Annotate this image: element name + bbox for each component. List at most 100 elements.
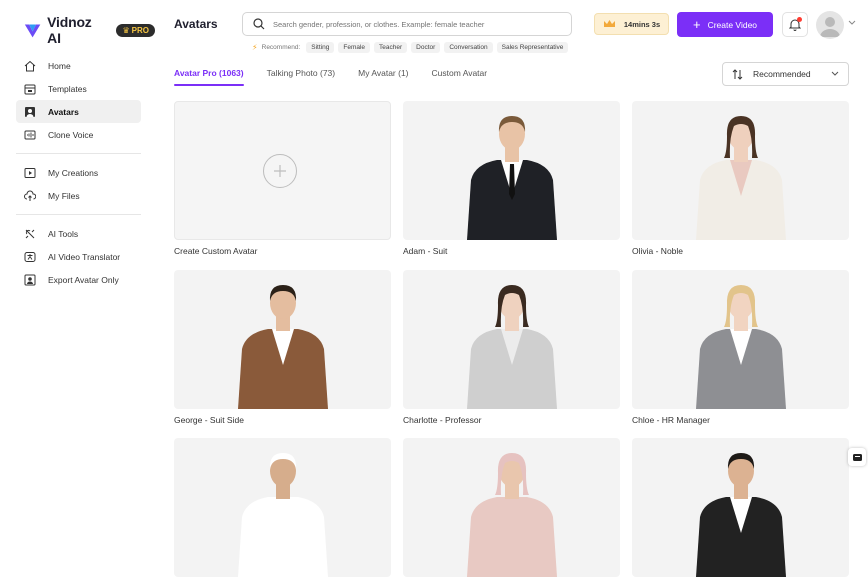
tab-my-avatar[interactable]: My Avatar (1) xyxy=(358,68,408,86)
chevron-down-icon xyxy=(831,71,839,76)
recommend-chip[interactable]: Conversation xyxy=(444,42,493,53)
add-icon xyxy=(263,154,297,188)
avatar-figure xyxy=(237,453,328,577)
sidebar-item-avatars[interactable]: Avatars xyxy=(16,100,141,123)
avatar-thumbnail[interactable] xyxy=(174,270,391,409)
vidnoz-logo-icon xyxy=(24,23,41,37)
avatar-figure xyxy=(237,285,328,409)
avatar-figure xyxy=(466,453,557,577)
avatar-thumbnail[interactable] xyxy=(403,438,620,577)
avatar-name: George - Suit Side xyxy=(174,415,244,425)
user-avatar[interactable] xyxy=(816,11,844,39)
sidebar-item-ai-tools[interactable]: AI Tools xyxy=(16,222,141,245)
sort-value: Recommended xyxy=(753,69,811,79)
sidebar-item-home[interactable]: Home xyxy=(16,54,141,77)
avatar-card[interactable]: Adam - Suit xyxy=(403,101,620,256)
recommend-chip[interactable]: Female xyxy=(338,42,371,53)
recommend-label: Recommend: xyxy=(261,44,301,51)
avatar-name: Chloe - HR Manager xyxy=(632,415,710,425)
recommend-row: ⚡ Recommend: Sitting Female Teacher Doctor C… xyxy=(252,42,569,53)
chat-icon xyxy=(852,453,862,461)
sort-icon xyxy=(732,68,743,80)
plus-icon: + xyxy=(692,17,701,32)
avatar-tabs: Avatar Pro (1063) Talking Photo (73) My Av… xyxy=(174,68,487,86)
sidebar: Vidnoz AI ♛ PRO Home Templates Avatars Clon… xyxy=(0,0,155,474)
sidebar-item-label: My Creations xyxy=(48,167,99,178)
avatar-figure xyxy=(695,116,786,240)
notification-dot xyxy=(797,17,802,22)
avatar-thumbnail[interactable] xyxy=(403,101,620,240)
avatar-name: Olivia - Noble xyxy=(632,246,684,256)
avatar-card[interactable]: Charlotte - Professor xyxy=(403,270,620,425)
sidebar-item-label: Avatars xyxy=(48,106,79,117)
translate-icon xyxy=(24,251,36,262)
avatar-figure xyxy=(466,285,557,409)
avatar-thumbnail[interactable] xyxy=(174,101,391,240)
support-button[interactable] xyxy=(848,448,866,466)
export-avatar-icon xyxy=(24,274,36,285)
avatar-figure xyxy=(466,116,557,240)
sidebar-item-my-files[interactable]: My Files xyxy=(16,184,141,207)
avatar-thumbnail[interactable] xyxy=(632,438,849,577)
sidebar-item-label: Clone Voice xyxy=(48,129,94,140)
tab-avatar-pro[interactable]: Avatar Pro (1063) xyxy=(174,68,244,86)
crown-icon: ♛ xyxy=(122,25,130,35)
notification-button[interactable] xyxy=(782,12,808,37)
play-icon xyxy=(24,167,36,178)
avatar-icon xyxy=(25,106,35,117)
user-icon xyxy=(820,17,840,37)
sidebar-item-templates[interactable]: Templates xyxy=(16,77,141,100)
avatar-thumbnail[interactable] xyxy=(632,270,849,409)
tab-talking-photo[interactable]: Talking Photo (73) xyxy=(267,68,336,86)
avatar-thumbnail[interactable] xyxy=(632,101,849,240)
search-input[interactable] xyxy=(273,19,563,29)
recommend-chip[interactable]: Sitting xyxy=(306,42,335,53)
avatar-card[interactable] xyxy=(403,438,620,583)
avatar-card[interactable]: George - Suit Side xyxy=(174,270,391,425)
avatar-name: Charlotte - Professor xyxy=(403,415,482,425)
sidebar-nav: Home Templates Avatars Clone Voice My Creati… xyxy=(16,54,141,291)
avatar-thumbnail[interactable] xyxy=(403,270,620,409)
recommend-chip[interactable]: Sales Representative xyxy=(496,42,569,53)
sidebar-item-label: Export Avatar Only xyxy=(48,274,119,285)
sidebar-item-clone-voice[interactable]: Clone Voice xyxy=(16,123,141,146)
avatar-card[interactable] xyxy=(632,438,849,583)
search-icon xyxy=(253,18,265,30)
search-box[interactable] xyxy=(242,12,572,36)
cloud-upload-icon xyxy=(24,190,36,201)
sidebar-item-label: Templates xyxy=(48,83,87,94)
sidebar-item-label: AI Tools xyxy=(48,228,79,239)
sidebar-item-export-avatar-only[interactable]: Export Avatar Only xyxy=(16,268,141,291)
sidebar-item-ai-video-translator[interactable]: AI Video Translator xyxy=(16,245,141,268)
sidebar-item-my-creations[interactable]: My Creations xyxy=(16,161,141,184)
nav-divider xyxy=(16,214,141,215)
app-logo[interactable]: Vidnoz AI ♛ PRO xyxy=(24,14,155,46)
tools-icon xyxy=(25,229,35,238)
templates-icon xyxy=(24,84,36,94)
chevron-down-icon[interactable] xyxy=(848,20,856,26)
sort-dropdown[interactable]: Recommended xyxy=(722,62,849,86)
nav-divider xyxy=(16,153,141,154)
create-video-button[interactable]: + Create Video xyxy=(677,12,773,37)
credit-timer[interactable]: 14mins 3s xyxy=(594,13,669,35)
sidebar-item-label: My Files xyxy=(48,190,80,201)
app-name: Vidnoz AI xyxy=(47,14,92,46)
avatar-name: Create Custom Avatar xyxy=(174,246,258,256)
tab-custom-avatar[interactable]: Custom Avatar xyxy=(432,68,488,86)
timer-text: 14mins 3s xyxy=(623,19,661,29)
avatar-card[interactable]: Chloe - HR Manager xyxy=(632,270,849,425)
page-title: Avatars xyxy=(174,17,218,31)
avatar-figure xyxy=(695,285,786,409)
home-icon xyxy=(24,60,36,71)
sidebar-item-label: AI Video Translator xyxy=(48,251,121,262)
avatar-card[interactable]: Olivia - Noble xyxy=(632,101,849,256)
recommend-chip[interactable]: Doctor xyxy=(411,42,441,53)
recommend-chip[interactable]: Teacher xyxy=(374,42,408,53)
avatar-card[interactable] xyxy=(174,438,391,583)
voice-icon xyxy=(24,130,36,139)
avatar-name: Adam - Suit xyxy=(403,246,448,256)
crown-icon xyxy=(603,20,615,27)
avatar-figure xyxy=(695,453,786,577)
create-custom-avatar-card[interactable]: Create Custom Avatar xyxy=(174,101,391,256)
avatar-thumbnail[interactable] xyxy=(174,438,391,577)
